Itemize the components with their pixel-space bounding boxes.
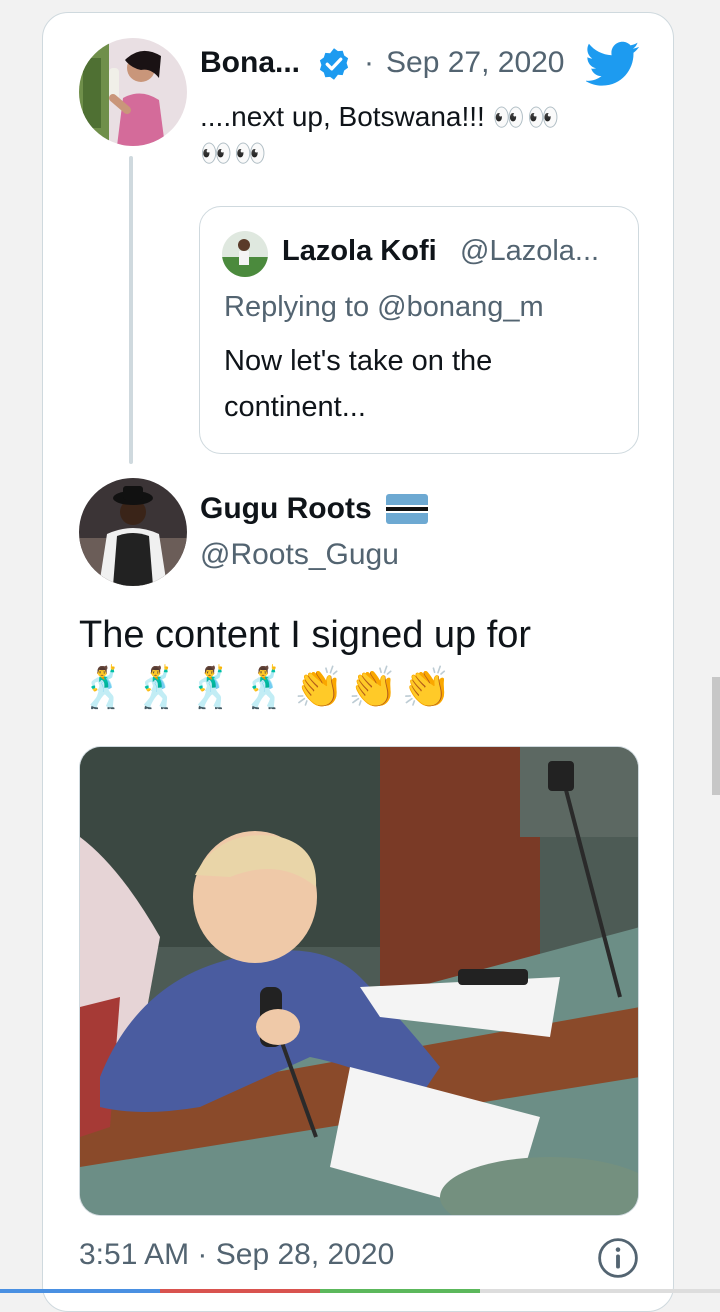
- main-author-name[interactable]: Gugu Roots: [200, 492, 372, 526]
- parent-tweet-text: ....next up, Botswana!!! 👀👀: [200, 94, 561, 140]
- thread-connector-line: [129, 156, 133, 464]
- quoted-replying-line: Replying to @bonang_m: [224, 291, 544, 324]
- main-handle[interactable]: @Roots_Gugu: [200, 538, 399, 572]
- parent-text: ....next up, Botswana!!!: [200, 101, 485, 132]
- parent-author-name[interactable]: Bona...: [200, 46, 300, 80]
- lazola-avatar: [222, 231, 268, 277]
- quoted-author-name: Lazola Kofi: [282, 235, 437, 267]
- replying-to-label: Replying to: [224, 291, 370, 323]
- parent-date[interactable]: Sep 27, 2020: [386, 46, 565, 80]
- quoted-text-line1: Now let's take on the: [224, 345, 493, 377]
- quoted-handle: @Lazola...: [460, 235, 600, 267]
- attached-photo[interactable]: [79, 746, 639, 1216]
- tweet-time: 3:51 AM: [79, 1238, 190, 1271]
- gugu-avatar[interactable]: [79, 478, 187, 586]
- eyes-emoji-line2: 👀👀: [200, 138, 269, 168]
- verified-badge-icon: [316, 46, 352, 82]
- baby-with-microphone-photo: [80, 747, 638, 1215]
- info-icon[interactable]: [597, 1237, 639, 1279]
- botswana-flag-icon: [386, 494, 428, 524]
- twitter-bird-icon[interactable]: [585, 40, 640, 88]
- parent-separator: ·: [364, 46, 374, 79]
- main-tweet-text: The content I signed up for: [79, 614, 532, 656]
- replying-to-handle[interactable]: @bonang_m: [377, 291, 544, 323]
- main-tweet-timestamp[interactable]: 3:51 AM · Sep 28, 2020: [79, 1238, 394, 1272]
- main-emoji-line: 🕺🕺🕺🕺👏👏👏: [79, 666, 456, 710]
- tweet-separator: ·: [197, 1238, 208, 1271]
- quoted-text-line2: continent...: [224, 391, 366, 423]
- scrollbar-thumb[interactable]: [712, 677, 720, 795]
- tweet-date: Sep 28, 2020: [215, 1238, 395, 1271]
- quoted-tweet[interactable]: Lazola Kofi @Lazola... Replying to @bona…: [199, 206, 639, 454]
- bottom-color-bar: [0, 1280, 720, 1293]
- eyes-emoji: 👀👀: [492, 102, 562, 132]
- bonang-avatar[interactable]: [79, 38, 187, 146]
